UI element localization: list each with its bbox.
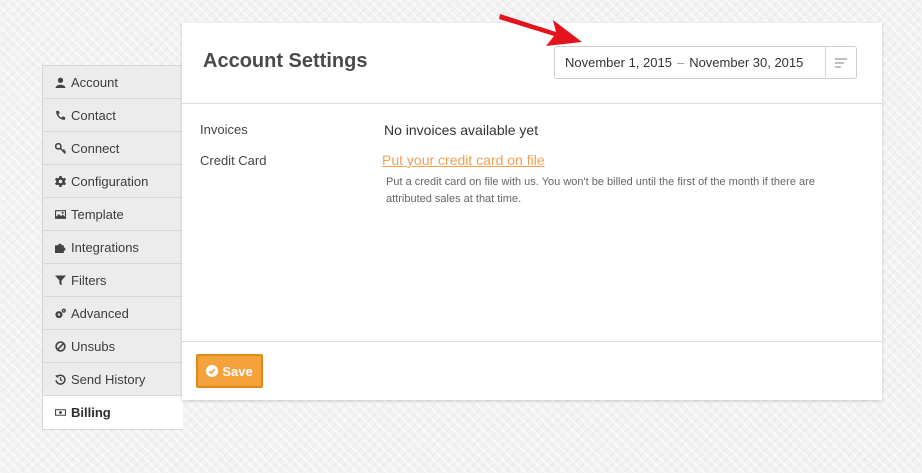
credit-card-label: Credit Card (200, 153, 267, 168)
key-icon (55, 142, 66, 154)
sidebar-item-send-history[interactable]: Send History (43, 363, 183, 396)
check-circle-icon (206, 365, 219, 377)
gear-icon (55, 175, 66, 187)
sidebar-item-billing[interactable]: Billing (43, 396, 183, 429)
date-range-menu-button[interactable] (825, 47, 856, 78)
filter-icon (55, 275, 66, 286)
sidebar-item-label: Integrations (71, 239, 139, 255)
invoices-value: No invoices available yet (384, 122, 539, 138)
sidebar-item-unsubs[interactable]: Unsubs (43, 330, 183, 363)
sidebar-item-label: Advanced (71, 305, 129, 321)
sidebar-item-label: Connect (71, 140, 120, 156)
money-icon (55, 407, 66, 418)
red-arrow-icon (499, 14, 582, 46)
puzzle-icon (55, 242, 66, 253)
save-button-label: Save (222, 363, 253, 379)
date-range-text[interactable]: November 1, 2015 – November 30, 2015 (555, 55, 825, 70)
sidebar-item-label: Template (71, 206, 124, 222)
sidebar-item-advanced[interactable]: Advanced (43, 297, 183, 330)
account-settings-panel: Account Settings November 1, 2015 – Nove… (182, 23, 882, 400)
phone-icon (55, 110, 66, 121)
history-icon (55, 374, 66, 385)
sidebar-item-integrations[interactable]: Integrations (43, 231, 183, 264)
sidebar-item-label: Account (71, 74, 118, 90)
sidebar-item-label: Billing (71, 405, 111, 420)
page-title: Account Settings (203, 50, 368, 72)
credit-card-link[interactable]: Put your credit card on file (382, 152, 545, 168)
date-range-separator: – (676, 55, 685, 70)
invoices-label: Invoices (200, 122, 248, 137)
sidebar-item-configuration[interactable]: Configuration (43, 165, 183, 198)
sidebar-item-template[interactable]: Template (43, 198, 183, 231)
sidebar-item-label: Configuration (71, 173, 149, 189)
sidebar-item-label: Contact (71, 107, 116, 123)
panel-footer: Save (182, 341, 882, 401)
date-range-picker[interactable]: November 1, 2015 – November 30, 2015 (554, 46, 857, 79)
sidebar-item-contact[interactable]: Contact (43, 99, 183, 132)
cogs-icon (55, 308, 66, 319)
picture-icon (55, 209, 66, 220)
save-button[interactable]: Save (196, 354, 263, 388)
sidebar-item-connect[interactable]: Connect (43, 132, 183, 165)
sidebar-item-label: Filters (71, 272, 107, 288)
sidebar-item-filters[interactable]: Filters (43, 264, 183, 297)
date-range-start: November 1, 2015 (565, 55, 672, 70)
credit-card-note: Put a credit card on file with us. You w… (386, 176, 815, 205)
settings-sidebar: Account Contact Connect Configuration Te… (42, 65, 183, 430)
ban-icon (55, 340, 66, 352)
date-range-end: November 30, 2015 (689, 55, 804, 70)
menu-lines-icon (835, 57, 847, 68)
sidebar-item-label: Unsubs (71, 338, 116, 354)
sidebar-item-label: Send History (71, 371, 146, 387)
sidebar-item-account[interactable]: Account (43, 66, 183, 99)
user-icon (55, 77, 66, 88)
